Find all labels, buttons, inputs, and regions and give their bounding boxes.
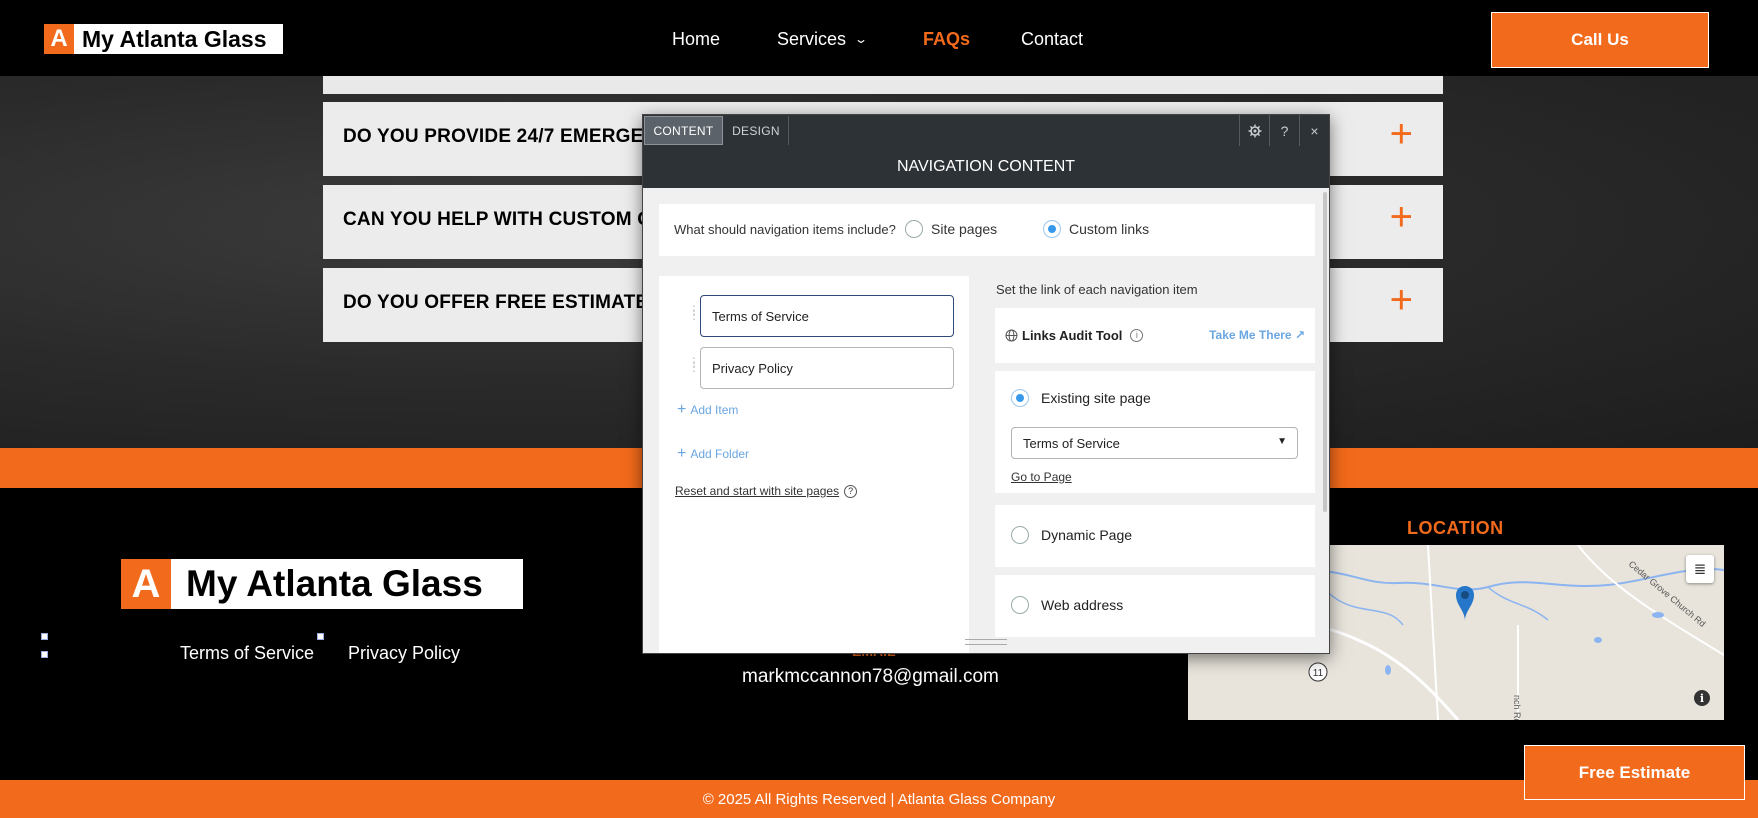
radio-button[interactable] (1011, 596, 1029, 614)
radio-button-selected[interactable] (1043, 220, 1061, 238)
radio-label: Site pages (931, 221, 998, 237)
radio-label: Dynamic Page (1041, 527, 1133, 543)
external-link-icon: ↗ (1294, 328, 1305, 342)
selection-handle[interactable] (41, 633, 48, 640)
panel-resize-handle[interactable] (965, 639, 1007, 645)
close-icon[interactable]: × (1299, 115, 1329, 146)
email-address[interactable]: markmccannon78@gmail.com (742, 666, 999, 688)
reset-link[interactable]: Reset and start with site pages? (675, 484, 858, 499)
selection-handle[interactable] (41, 651, 48, 658)
site-header: A My Atlanta Glass Home Services ⌄ FAQs … (0, 0, 1758, 76)
nav-services[interactable]: Services ⌄ (777, 27, 869, 51)
radio-label: Existing site page (1041, 390, 1151, 406)
nav-source-question: What should navigation items include? (674, 222, 896, 237)
panel-title: NAVIGATION CONTENT (643, 146, 1329, 188)
radio-web-address[interactable]: Web address (1011, 596, 1123, 614)
map-road-label: nch Rd (1512, 695, 1522, 720)
info-icon[interactable]: i (1130, 329, 1144, 342)
radio-dynamic-page[interactable]: Dynamic Page (1011, 526, 1132, 544)
navigation-content-panel: CONTENT DESIGN ? × NAVIGATION CONTENT Wh… (642, 114, 1330, 654)
call-us-button[interactable]: Call Us (1491, 12, 1709, 68)
radio-label: Web address (1041, 597, 1124, 613)
map-route-shield: 11 (1313, 668, 1324, 679)
reset-label: Reset and start with site pages (675, 484, 840, 498)
gear-icon[interactable] (1239, 115, 1269, 146)
plus-icon[interactable]: + (1390, 114, 1413, 154)
drag-handle-icon[interactable]: ⋮ ⋮ (688, 304, 700, 321)
link-hint: Set the link of each navigation item (996, 282, 1198, 297)
take-me-there-link[interactable]: Take Me There ↗ (1209, 328, 1305, 342)
location-title: LOCATION (1407, 518, 1504, 538)
footer-link-privacy[interactable]: Privacy Policy (348, 643, 460, 664)
add-folder-button[interactable]: + Add Folder (677, 445, 749, 463)
dynamic-page-card: Dynamic Page (995, 505, 1315, 567)
footer-link-terms[interactable]: Terms of Service (180, 643, 314, 664)
copyright-text: © 2025 All Rights Reserved | Atlanta Gla… (702, 790, 1056, 808)
chevron-down-icon: ▼ (1277, 436, 1287, 447)
help-icon[interactable]: ? (1269, 115, 1299, 146)
radio-label: Custom links (1069, 221, 1150, 237)
plus-icon: + (677, 445, 687, 462)
radio-button[interactable] (905, 220, 923, 238)
panel-tab-bar: CONTENT DESIGN ? × (643, 115, 1329, 146)
radio-existing-page[interactable]: Existing site page (1011, 389, 1151, 407)
logo-text: My Atlanta Glass (171, 559, 523, 609)
radio-site-pages[interactable]: Site pages (905, 220, 997, 238)
chevron-down-icon: ⌄ (854, 32, 869, 46)
plus-icon[interactable]: + (1390, 280, 1413, 320)
nav-item-terms[interactable]: Terms of Service (700, 295, 954, 337)
plus-icon[interactable]: + (1390, 197, 1413, 237)
links-audit-text: Links Audit Tool (1022, 328, 1123, 343)
faq-question: DO YOU OFFER FREE ESTIMATES (343, 292, 662, 313)
take-me-there-label: Take Me There (1209, 328, 1292, 342)
go-to-page-link[interactable]: Go to Page (1011, 470, 1072, 484)
add-item-button[interactable]: + Add Item (677, 401, 738, 419)
globe-icon (1005, 329, 1018, 342)
faq-question: DO YOU PROVIDE 24/7 EMERGENCY (343, 126, 685, 147)
logo-mark: A (121, 559, 171, 609)
nav-faqs[interactable]: FAQs (923, 27, 970, 51)
add-item-label: Add Item (690, 403, 739, 417)
radio-button-selected[interactable] (1011, 389, 1029, 407)
selection-handle[interactable] (317, 633, 324, 640)
links-audit-card: Links Audit Tool i Take Me There ↗ (995, 308, 1315, 363)
logo-text: My Atlanta Glass (74, 24, 283, 54)
logo-mark: A (44, 24, 74, 54)
drag-handle-icon[interactable]: ⋮ ⋮ (688, 356, 700, 373)
faq-question: CAN YOU HELP WITH CUSTOM G (343, 209, 653, 230)
nav-home[interactable]: Home (672, 27, 720, 51)
question-icon[interactable]: ? (844, 485, 858, 499)
nav-item-privacy[interactable]: Privacy Policy (700, 347, 954, 389)
tab-content[interactable]: CONTENT (644, 116, 723, 145)
nav-contact[interactable]: Contact (1021, 27, 1083, 51)
nav-services-label: Services (777, 28, 847, 49)
footer-logo[interactable]: A My Atlanta Glass (121, 559, 523, 609)
copyright-bar: © 2025 All Rights Reserved | Atlanta Gla… (0, 780, 1758, 818)
nav-items-list: ⋮ ⋮ Terms of Service ⋮ ⋮ Privacy Policy + … (659, 276, 969, 653)
panel-body: What should navigation items include? Si… (643, 188, 1329, 653)
tab-design[interactable]: DESIGN (724, 116, 789, 145)
map-pin-icon (1456, 586, 1474, 621)
page-select-value: Terms of Service (1023, 435, 1120, 451)
radio-button[interactable] (1011, 526, 1029, 544)
free-estimate-button[interactable]: Free Estimate (1524, 745, 1745, 800)
info-icon[interactable]: i (1694, 690, 1710, 706)
faq-item-partial (323, 76, 1443, 94)
site-logo[interactable]: A My Atlanta Glass (44, 24, 283, 54)
links-audit-label: Links Audit Tool i (1005, 328, 1144, 343)
add-folder-label: Add Folder (690, 447, 750, 461)
web-address-card: Web address (995, 575, 1315, 637)
page-select[interactable]: Terms of Service ▼ (1011, 427, 1298, 459)
panel-scrollbar[interactable] (1323, 192, 1327, 512)
nav-source-card: What should navigation items include? Si… (659, 204, 1315, 256)
existing-page-card: Existing site page Terms of Service ▼ Go… (995, 371, 1315, 493)
plus-icon: + (677, 401, 687, 418)
radio-custom-links[interactable]: Custom links (1043, 220, 1149, 238)
layers-icon[interactable]: ≣ (1686, 555, 1714, 583)
